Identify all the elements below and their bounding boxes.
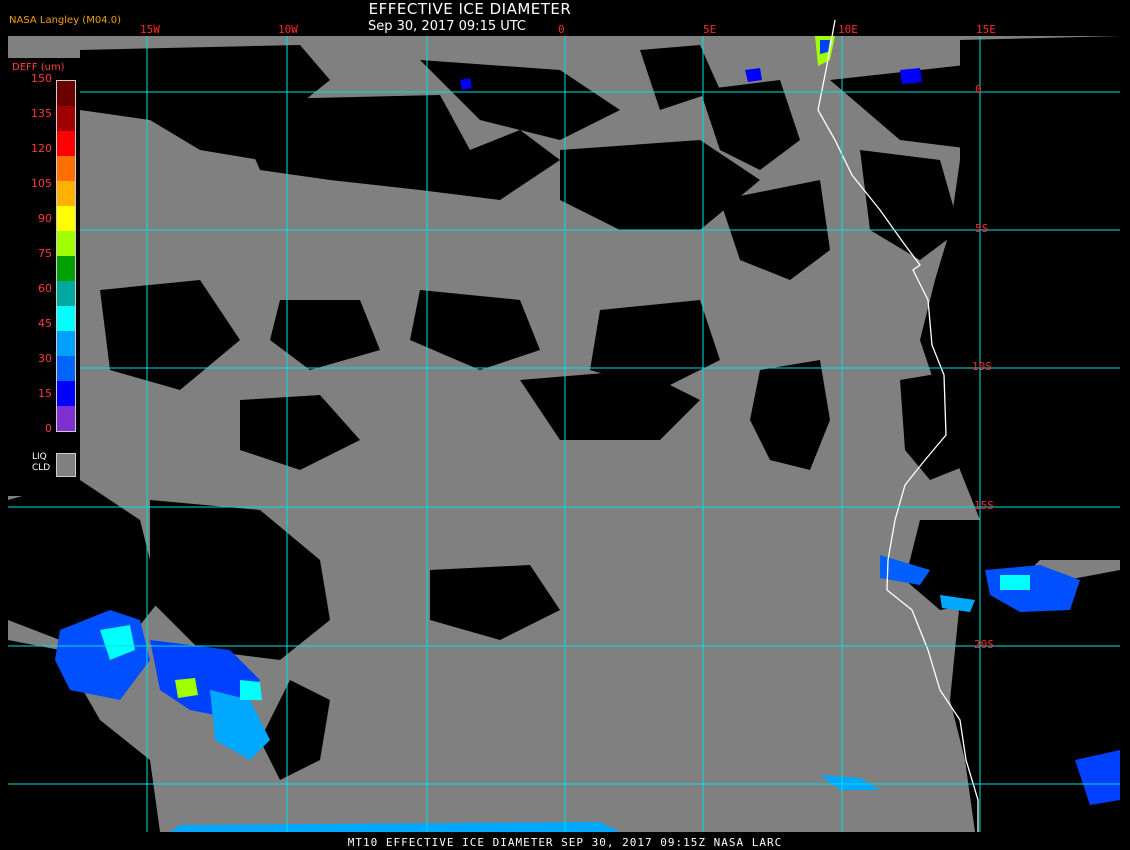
color-bar-segment: [57, 331, 75, 356]
legend-tick: 30: [38, 352, 52, 365]
legend-tick: 45: [38, 317, 52, 330]
color-bar-segment: [57, 356, 75, 381]
color-bar-segment: [57, 406, 75, 431]
legend-tick: 15: [38, 387, 52, 400]
legend-tick: 75: [38, 247, 52, 260]
legend-tick: 0: [45, 422, 52, 435]
legend-tick: 120: [31, 142, 52, 155]
satellite-map: 15W 10W 0 5E 10E 15E 0 5S 10S 15S 20S: [0, 0, 1130, 850]
map-canvas: [0, 0, 1130, 850]
liq-cloud-swatch: [56, 453, 76, 477]
color-bar-segment: [57, 206, 75, 231]
liq-cloud-label-line2: CLD: [32, 463, 51, 473]
footer-caption: MT10 EFFECTIVE ICE DIAMETER SEP 30, 2017…: [347, 836, 783, 849]
color-bar-segment: [57, 106, 75, 131]
map-timestamp: Sep 30, 2017 09:15 UTC: [367, 19, 527, 34]
color-bar-segment: [57, 281, 75, 306]
lat-label-20s: 20S: [974, 638, 994, 651]
color-bar-segment: [57, 131, 75, 156]
lat-label-0: 0: [975, 83, 982, 96]
lat-label-15s: 15S: [974, 499, 994, 512]
legend-tick: 90: [38, 212, 52, 225]
color-legend: DEFF (um) 150 135 120 105 90 75 60 45 30…: [6, 58, 80, 496]
color-bar-segment: [57, 256, 75, 281]
legend-tick: 105: [31, 177, 52, 190]
lat-label-5s: 5S: [975, 222, 989, 235]
lat-label-10s: 10S: [972, 360, 992, 373]
legend-tick: 60: [38, 282, 52, 295]
color-bar-segment: [57, 156, 75, 181]
color-bar-segment: [57, 81, 75, 106]
color-bar-segment: [57, 306, 75, 331]
lon-label-15e: 15E: [976, 23, 996, 36]
color-bar-segment: [57, 231, 75, 256]
source-label: NASA Langley (M04.0): [9, 15, 121, 26]
map-title: EFFECTIVE ICE DIAMETER: [368, 0, 572, 18]
liq-cloud-label-line1: LIQ: [32, 452, 47, 462]
color-bar: [56, 80, 76, 432]
color-bar-segment: [57, 381, 75, 406]
legend-tick: 135: [31, 107, 52, 120]
color-bar-segment: [57, 181, 75, 206]
legend-tick: 150: [31, 72, 52, 85]
